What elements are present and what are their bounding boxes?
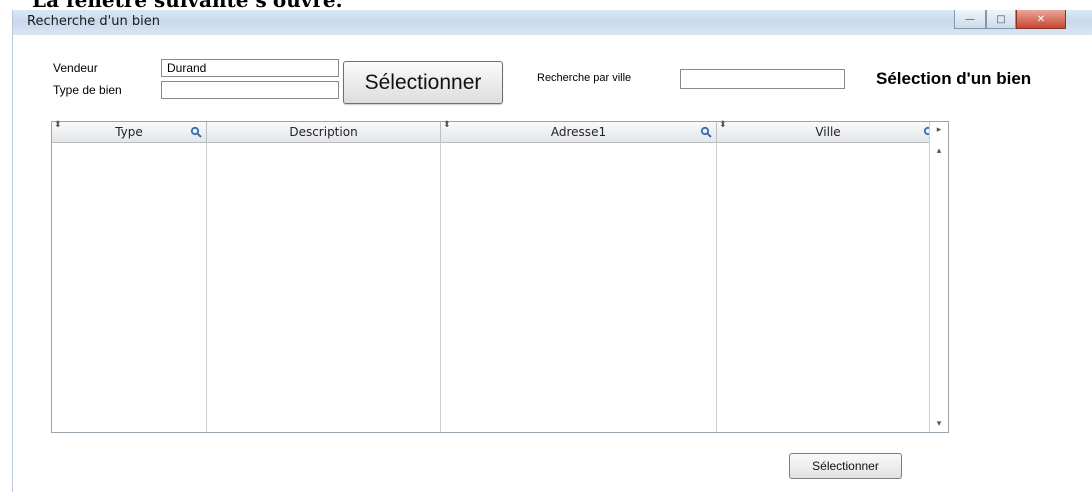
page-title: Sélection d'un bien bbox=[876, 69, 1032, 88]
column-header-description[interactable]: Description bbox=[207, 122, 441, 142]
results-table[interactable]: ⬍ Type Description ⬍ Adresse1 ⬍ Ville ▸ … bbox=[51, 120, 949, 433]
close-button[interactable]: ✕ bbox=[1016, 10, 1066, 29]
column-header-type[interactable]: ⬍ Type bbox=[52, 120, 207, 142]
sort-icon[interactable]: ⬍ bbox=[443, 118, 451, 132]
column-divider bbox=[440, 142, 441, 432]
search-window: Recherche d'un bien — □ ✕ Vendeur Durand… bbox=[12, 10, 1092, 492]
vendeur-label: Vendeur bbox=[53, 61, 98, 75]
select-button-bottom[interactable]: Sélectionner bbox=[789, 453, 902, 479]
sort-icon[interactable]: ⬍ bbox=[719, 118, 727, 132]
document-header: La fenêtre suivante s'ouvre. bbox=[0, 0, 1092, 10]
sort-icon[interactable]: ⬍ bbox=[54, 118, 62, 132]
column-divider bbox=[206, 142, 207, 432]
type-de-bien-field[interactable] bbox=[161, 81, 339, 99]
scroll-up-icon[interactable]: ▴ bbox=[930, 146, 948, 156]
close-icon: ✕ bbox=[1036, 13, 1046, 25]
maximize-icon: □ bbox=[996, 13, 1006, 25]
column-label-description: Description bbox=[289, 125, 358, 139]
ville-search-label: Recherche par ville bbox=[537, 72, 632, 84]
table-scrollbar[interactable]: ▸ ▴ ▾ bbox=[929, 122, 948, 432]
maximize-button[interactable]: □ bbox=[986, 10, 1016, 29]
search-icon[interactable] bbox=[190, 126, 202, 138]
search-icon[interactable] bbox=[700, 126, 712, 138]
column-label-adresse1: Adresse1 bbox=[550, 125, 607, 139]
column-header-ville[interactable]: ⬍ Ville bbox=[717, 120, 940, 142]
window-title: Recherche d'un bien bbox=[27, 14, 160, 29]
column-label-ville: Ville bbox=[815, 125, 841, 139]
document-header-text: La fenêtre suivante s'ouvre. bbox=[32, 0, 343, 10]
minimize-icon: — bbox=[965, 13, 975, 25]
select-button-top[interactable]: Sélectionner bbox=[343, 61, 503, 104]
window-client-area: Vendeur Durand Type de bien Sélectionner… bbox=[13, 35, 1092, 492]
column-label-type: Type bbox=[115, 125, 143, 139]
column-header-adresse1[interactable]: ⬍ Adresse1 bbox=[441, 120, 717, 142]
type-de-bien-label: Type de bien bbox=[53, 83, 122, 97]
vendeur-field[interactable]: Durand bbox=[161, 59, 339, 77]
title-bar[interactable]: Recherche d'un bien — □ ✕ bbox=[13, 10, 1092, 35]
column-divider bbox=[716, 142, 717, 432]
scroll-down-icon[interactable]: ▾ bbox=[930, 419, 948, 429]
minimize-button[interactable]: — bbox=[954, 10, 986, 29]
table-header: ⬍ Type Description ⬍ Adresse1 ⬍ Ville bbox=[52, 120, 948, 143]
ville-search-input[interactable] bbox=[680, 69, 845, 89]
column-menu-icon[interactable]: ▸ bbox=[930, 125, 948, 135]
